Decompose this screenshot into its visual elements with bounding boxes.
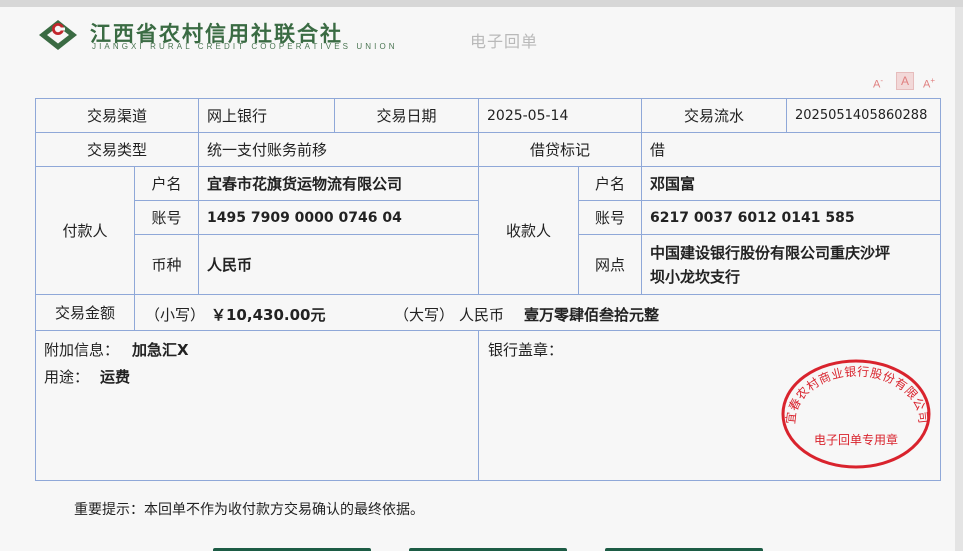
receipt-title: 电子回单 [470,32,539,51]
extra-info-label: 附加信息： [44,341,120,359]
channel-value: 网上银行 [198,98,335,133]
payer-account-value: 1495 7909 0000 0746 04 [198,200,479,235]
extra-info-box: 附加信息： 加急汇X 用途： 运费 [35,330,479,481]
payee-label: 收款人 [478,166,579,295]
date-value: 2025-05-14 [478,98,642,133]
payee-name-label: 户名 [578,166,642,201]
font-decrease-button[interactable]: A- [873,72,891,91]
date-label: 交易日期 [334,98,479,133]
serial-label: 交易流水 [641,98,787,133]
right-scroll-band [955,7,963,551]
amount-small-label: （小写） [145,306,206,324]
amount-value-row: （小写） ￥10,430.00元 （大写） 人民币 壹万零肆佰叁拾元整 [134,294,941,331]
rcc-logo-icon [39,20,77,50]
svg-text:宜春农村商业银行股份有限公司: 宜春农村商业银行股份有限公司 [783,365,931,425]
type-label: 交易类型 [35,132,199,167]
serial-value: 2025051405860288 [786,98,941,133]
payer-currency-value: 人民币 [198,234,479,295]
payer-name-value: 宜春市花旗货运物流有限公司 [198,166,479,201]
important-notice: 重要提示：本回单不作为收付款方交易确认的最终依据。 [74,502,424,518]
bank-seal-stamp-icon: 宜春农村商业银行股份有限公司 电子回单专用章 [781,359,931,469]
payee-name-value: 邓国富 [641,166,941,201]
amount-big-currency: 人民币 [459,306,505,324]
payer-name-label: 户名 [134,166,199,201]
channel-label: 交易渠道 [35,98,199,133]
payer-label: 付款人 [35,166,135,295]
font-increase-button[interactable]: A+ [923,72,941,91]
amount-big-value: 壹万零肆佰叁拾元整 [524,306,660,324]
stamp-inner-text: 电子回单专用章 [814,432,898,447]
amount-big-label: （大写） [394,306,455,324]
font-reset-button[interactable]: A [896,72,914,90]
payee-branch-value: 中国建设银行股份有限公司重庆沙坪 坝小龙坎支行 [641,234,941,295]
purpose-value: 运费 [100,368,131,386]
payee-account-label: 账号 [578,200,642,235]
payee-branch-line-2: 坝小龙坎支行 [650,267,741,286]
type-value: 统一支付账务前移 [198,132,479,167]
purpose-label: 用途： [44,368,90,386]
payee-branch-label: 网点 [578,234,642,295]
extra-info-value: 加急汇X [132,341,189,359]
amount-label: 交易金额 [35,294,135,331]
debit-credit-value: 借 [641,132,941,167]
amount-small-value: ￥10,430.00元 [211,306,326,324]
payee-account-value: 6217 0037 6012 0141 585 [641,200,941,235]
top-bar [0,0,963,7]
bank-name-english: JIANGXI RURAL CREDIT COOPERATIVES UNION [92,42,398,51]
payer-account-label: 账号 [134,200,199,235]
bank-seal-label: 银行盖章： [488,341,564,359]
payee-branch-line-1: 中国建设银行股份有限公司重庆沙坪 [650,243,891,262]
stamp-arc-text: 宜春农村商业银行股份有限公司 [783,365,930,425]
debit-credit-label: 借贷标记 [478,132,642,167]
payer-currency-label: 币种 [134,234,199,295]
